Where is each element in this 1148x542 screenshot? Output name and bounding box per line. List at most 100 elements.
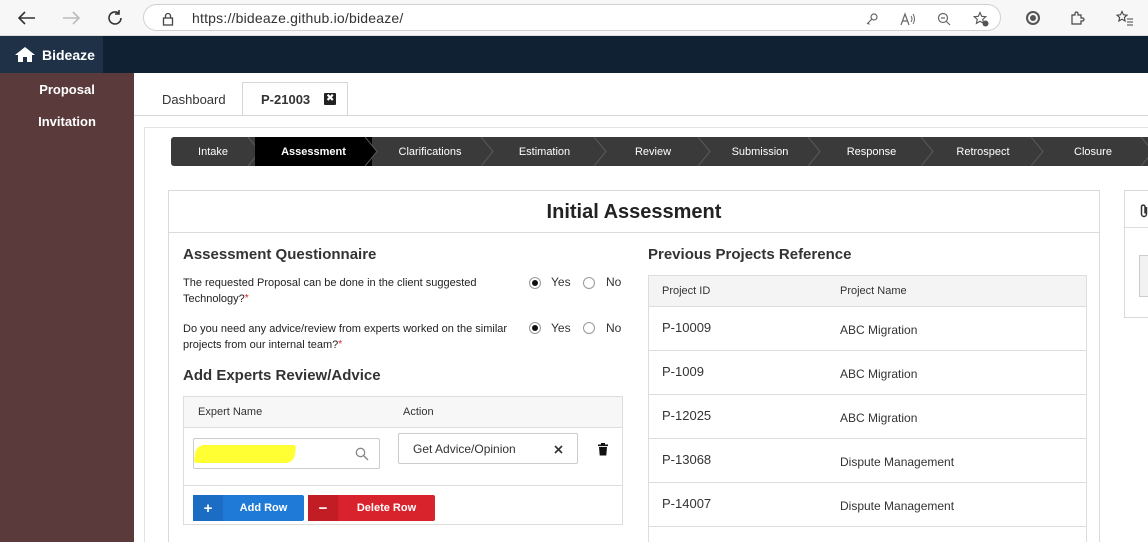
zoom-icon[interactable] (936, 11, 952, 27)
step-estimation[interactable]: Estimation (488, 137, 601, 166)
tab-p-21003[interactable]: P-21003 ✖ (242, 82, 348, 116)
page-title: Initial Assessment (169, 191, 1099, 233)
table-row[interactable]: P-12025 ABC Migration (649, 395, 1086, 439)
home-icon (15, 47, 35, 62)
required-marker: * (338, 339, 343, 350)
address-bar[interactable]: https://bideaze.github.io/bideaze/ (143, 4, 1001, 31)
tab-label: Dashboard (162, 91, 226, 107)
question-text: Do you need any advice/review from exper… (183, 323, 508, 351)
question-2-text: Do you need any advice/review from exper… (183, 321, 513, 353)
sidebar-item-proposal[interactable]: Proposal (0, 73, 134, 105)
column-header: Action (403, 406, 434, 418)
projects-title: Previous Projects Reference (648, 246, 852, 263)
project-id: P-1009 (662, 364, 704, 379)
lock-icon[interactable] (160, 11, 176, 27)
step-closure[interactable]: Closure (1038, 137, 1148, 166)
panel-divider (184, 485, 622, 486)
app-header: Bideaze (0, 36, 1148, 73)
brand-home[interactable]: Bideaze (0, 36, 103, 73)
project-name: Dispute Management (840, 455, 955, 469)
initial-assessment-card: Initial Assessment Assessment Questionna… (168, 190, 1100, 542)
back-icon[interactable] (16, 7, 38, 29)
sidebar-item-label: Invitation (38, 113, 96, 129)
action-value: Get Advice/Opinion (413, 441, 516, 456)
project-name: Dispute Management (840, 499, 955, 513)
panel-divider (1125, 227, 1148, 228)
action-select[interactable]: Get Advice/Opinion (398, 433, 578, 464)
project-id: P-10009 (662, 320, 712, 335)
step-review[interactable]: Review (601, 137, 705, 166)
clear-icon[interactable] (554, 445, 563, 454)
button-label: Delete Row (356, 502, 417, 514)
plus-icon: + (193, 495, 223, 521)
radio-label: No (606, 275, 622, 289)
table-row[interactable]: P-10009 ABC Migration (649, 307, 1086, 351)
url-text: https://bideaze.github.io/bideaze/ (192, 10, 404, 26)
question-1-no-radio[interactable] (583, 277, 595, 289)
radio-label: No (606, 321, 622, 335)
search-icon[interactable] (355, 447, 369, 461)
key-icon[interactable] (864, 11, 880, 27)
project-id: P-14007 (662, 496, 712, 511)
radio-label: Yes (551, 321, 571, 335)
extensions-puzzle-icon[interactable] (1068, 9, 1086, 27)
question-2-yes-radio[interactable] (529, 322, 541, 334)
projects-table: Project ID Project Name P-10009 ABC Migra… (648, 275, 1087, 542)
questionnaire-title: Assessment Questionnaire (183, 246, 377, 263)
paperclip-icon[interactable] (1139, 203, 1148, 219)
sidebar-item-invitation[interactable]: Invitation (0, 105, 134, 137)
table-row[interactable]: P-14007 Dispute Management (649, 483, 1086, 527)
minus-icon: − (308, 495, 338, 521)
close-icon[interactable]: ✖ (324, 93, 337, 105)
redacted-highlight (193, 445, 297, 463)
step-assessment[interactable]: Assessment (255, 137, 372, 166)
favorite-add-icon[interactable] (973, 11, 989, 27)
chevron-right-icon (1141, 137, 1148, 166)
delete-row-button[interactable]: − Delete Row (308, 495, 435, 521)
trash-icon[interactable] (597, 443, 609, 456)
experts-table-header: Expert Name Action (184, 397, 622, 428)
browser-toolbar: https://bideaze.github.io/bideaze/ (0, 0, 1148, 36)
expert-name-input[interactable] (193, 438, 380, 469)
question-1-yes-radio[interactable] (529, 277, 541, 289)
sidebar: Proposal Invitation (0, 73, 134, 542)
side-panel (1124, 190, 1148, 318)
extension-circle-icon[interactable] (1024, 9, 1042, 27)
project-id: P-13068 (662, 452, 712, 467)
question-2-no-radio[interactable] (583, 322, 595, 334)
required-marker: * (244, 293, 249, 304)
tabs-divider (134, 115, 1148, 116)
favorites-icon[interactable] (1116, 9, 1134, 27)
step-retrospect[interactable]: Retrospect (928, 137, 1038, 166)
step-response[interactable]: Response (815, 137, 928, 166)
table-row[interactable]: P-13068 Dispute Management (649, 439, 1086, 483)
brand-label: Bideaze (42, 46, 95, 63)
refresh-icon[interactable] (104, 7, 126, 29)
step-submission[interactable]: Submission (705, 137, 815, 166)
workflow-stepper: Intake Assessment Clarifications Estimation… (171, 137, 1148, 166)
project-name: ABC Migration (840, 367, 918, 381)
step-intake[interactable]: Intake (171, 137, 255, 166)
projects-table-header: Project ID Project Name (649, 276, 1086, 307)
tab-dashboard[interactable]: Dashboard (150, 82, 242, 116)
project-name: ABC Migration (840, 323, 918, 337)
question-text: The requested Proposal can be done in th… (183, 277, 477, 305)
column-header: Project ID (662, 285, 711, 297)
project-name: ABC Migration (840, 411, 918, 425)
column-header: Expert Name (198, 406, 263, 418)
question-1-text: The requested Proposal can be done in th… (183, 275, 513, 307)
button-label: Add Row (239, 502, 288, 514)
add-row-button[interactable]: + Add Row (193, 495, 304, 521)
side-input[interactable] (1139, 255, 1148, 297)
experts-panel: Expert Name Action Get Advice/Opinion + … (183, 396, 623, 525)
read-aloud-icon[interactable] (900, 11, 916, 27)
table-row[interactable]: P-1009 ABC Migration (649, 351, 1086, 395)
step-clarifications[interactable]: Clarifications (372, 137, 488, 166)
sidebar-item-label: Proposal (39, 81, 95, 97)
column-header: Project Name (840, 285, 907, 297)
radio-label: Yes (551, 275, 571, 289)
forward-icon[interactable] (60, 7, 82, 29)
tab-label: P-21003 (261, 91, 311, 107)
project-id: P-12025 (662, 408, 712, 423)
experts-title: Add Experts Review/Advice (183, 367, 381, 384)
